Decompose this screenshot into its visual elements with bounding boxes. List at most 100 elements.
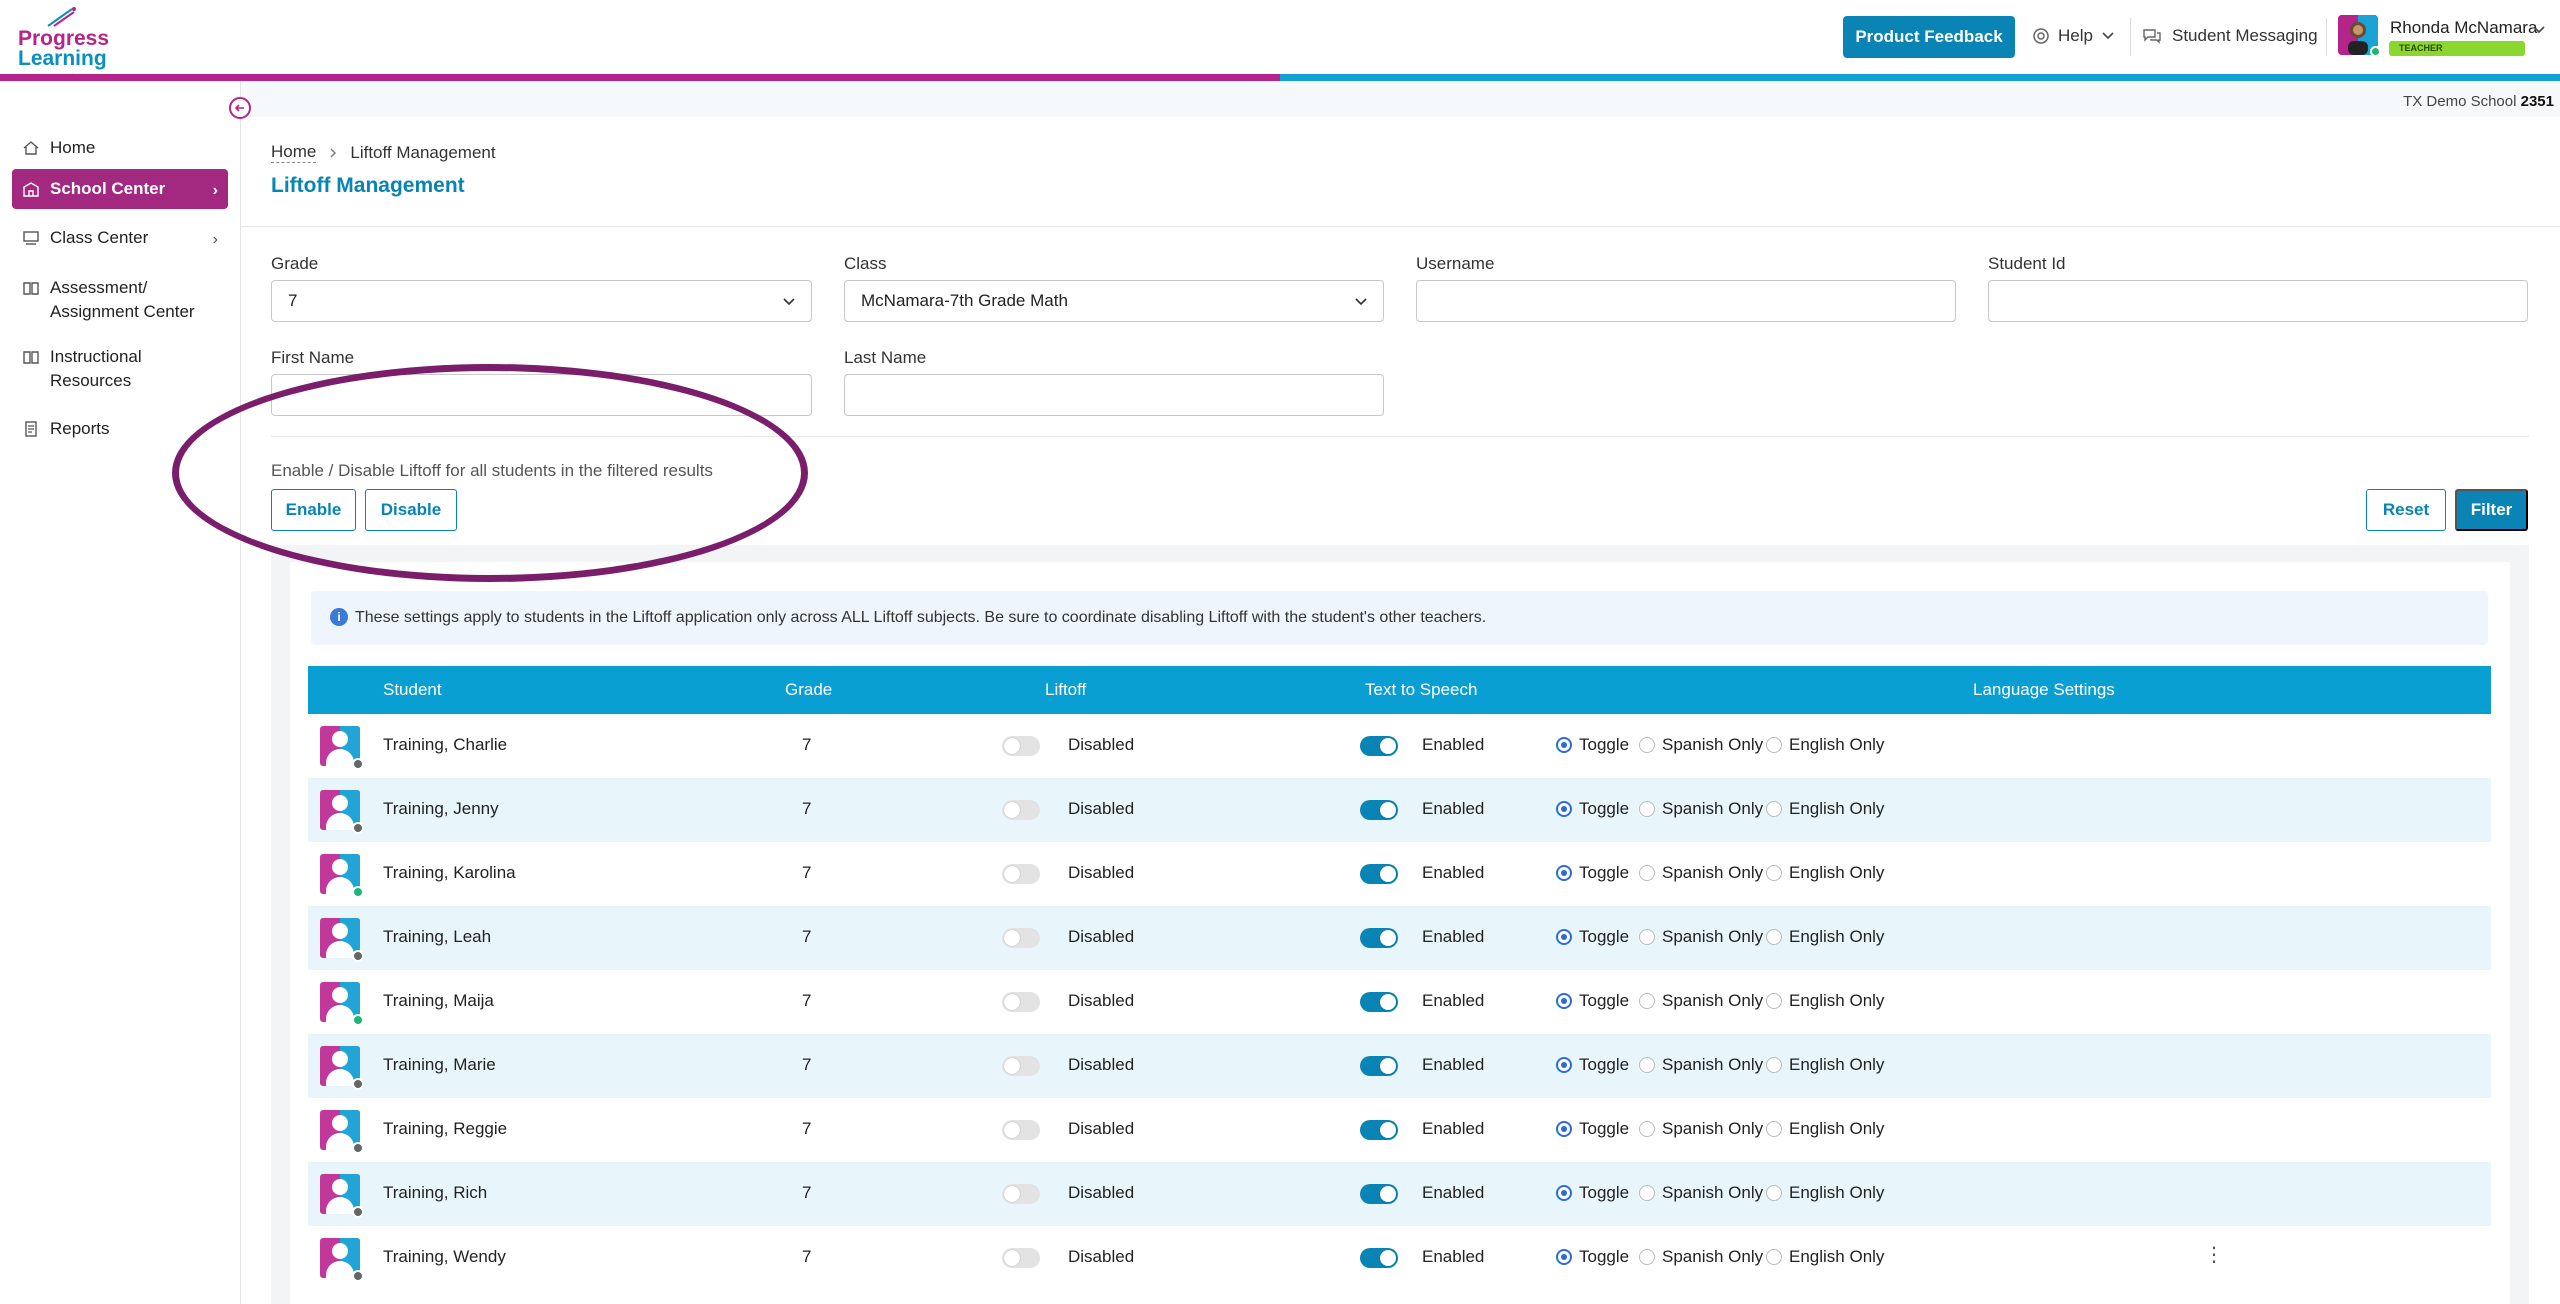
language-option-label[interactable]: Toggle bbox=[1579, 799, 1629, 819]
text-to-speech-toggle[interactable] bbox=[1360, 1056, 1398, 1076]
language-radio-toggle[interactable] bbox=[1556, 801, 1572, 817]
liftoff-toggle[interactable] bbox=[1002, 736, 1040, 756]
language-option-label[interactable]: Spanish Only bbox=[1662, 863, 1763, 883]
grade-select[interactable]: 7 bbox=[271, 280, 812, 322]
liftoff-toggle[interactable] bbox=[1002, 928, 1040, 948]
liftoff-toggle[interactable] bbox=[1002, 864, 1040, 884]
column-header-grade[interactable]: Grade bbox=[785, 680, 832, 700]
language-option-label[interactable]: Spanish Only bbox=[1662, 927, 1763, 947]
help-menu[interactable]: Help bbox=[2032, 24, 2115, 48]
filter-button[interactable]: Filter bbox=[2455, 489, 2528, 531]
language-option-label[interactable]: Toggle bbox=[1579, 991, 1629, 1011]
column-header-liftoff[interactable]: Liftoff bbox=[1045, 680, 1086, 700]
reset-button[interactable]: Reset bbox=[2366, 489, 2446, 531]
liftoff-toggle[interactable] bbox=[1002, 1248, 1040, 1268]
language-radio-spanish-only[interactable] bbox=[1639, 737, 1655, 753]
text-to-speech-toggle[interactable] bbox=[1360, 736, 1398, 756]
language-radio-english-only[interactable] bbox=[1766, 1057, 1782, 1073]
column-header-text-to-speech[interactable]: Text to Speech bbox=[1365, 680, 1477, 700]
language-option-label[interactable]: Spanish Only bbox=[1662, 1183, 1763, 1203]
language-radio-spanish-only[interactable] bbox=[1639, 1249, 1655, 1265]
language-option-label[interactable]: English Only bbox=[1789, 863, 1884, 883]
liftoff-toggle[interactable] bbox=[1002, 1120, 1040, 1140]
class-select[interactable]: McNamara-7th Grade Math bbox=[844, 280, 1384, 322]
language-radio-toggle[interactable] bbox=[1556, 1249, 1572, 1265]
language-option-label[interactable]: Toggle bbox=[1579, 927, 1629, 947]
product-feedback-button[interactable]: Product Feedback bbox=[1843, 16, 2015, 58]
column-header-student[interactable]: Student bbox=[383, 680, 442, 700]
language-option-label[interactable]: Toggle bbox=[1579, 1055, 1629, 1075]
language-radio-toggle[interactable] bbox=[1556, 993, 1572, 1009]
sidebar-item-home[interactable]: Home bbox=[12, 128, 228, 168]
language-option-label[interactable]: Spanish Only bbox=[1662, 799, 1763, 819]
language-radio-toggle[interactable] bbox=[1556, 1121, 1572, 1137]
language-radio-toggle[interactable] bbox=[1556, 929, 1572, 945]
user-name[interactable]: Rhonda McNamara bbox=[2390, 18, 2537, 38]
student-id-input[interactable] bbox=[1988, 280, 2528, 322]
language-option-label[interactable]: Spanish Only bbox=[1662, 1055, 1763, 1075]
sidebar-item-assessment-center[interactable]: Assessment/ Assignment Center bbox=[12, 268, 212, 332]
language-radio-spanish-only[interactable] bbox=[1639, 1185, 1655, 1201]
sidebar-item-instructional-resources[interactable]: Instructional Resources bbox=[12, 337, 192, 401]
breadcrumb-home-link[interactable]: Home bbox=[271, 142, 317, 163]
language-option-label[interactable]: Spanish Only bbox=[1662, 1247, 1763, 1267]
sidebar-item-reports[interactable]: Reports bbox=[12, 409, 228, 449]
language-option-label[interactable]: English Only bbox=[1789, 1247, 1884, 1267]
language-radio-english-only[interactable] bbox=[1766, 929, 1782, 945]
language-option-label[interactable]: Toggle bbox=[1579, 1183, 1629, 1203]
language-radio-english-only[interactable] bbox=[1766, 1185, 1782, 1201]
language-radio-toggle[interactable] bbox=[1556, 1057, 1572, 1073]
liftoff-toggle[interactable] bbox=[1002, 1184, 1040, 1204]
liftoff-toggle[interactable] bbox=[1002, 1056, 1040, 1076]
language-radio-toggle[interactable] bbox=[1556, 1185, 1572, 1201]
language-radio-english-only[interactable] bbox=[1766, 1121, 1782, 1137]
text-to-speech-toggle[interactable] bbox=[1360, 928, 1398, 948]
disable-all-button[interactable]: Disable bbox=[365, 489, 457, 531]
language-option-label[interactable]: English Only bbox=[1789, 991, 1884, 1011]
progress-learning-logo[interactable]: Progress Learning bbox=[18, 6, 109, 70]
column-header-language-settings[interactable]: Language Settings bbox=[1973, 680, 2115, 700]
language-option-label[interactable]: Spanish Only bbox=[1662, 991, 1763, 1011]
language-option-label[interactable]: English Only bbox=[1789, 799, 1884, 819]
language-radio-english-only[interactable] bbox=[1766, 801, 1782, 817]
more-options-icon[interactable]: ⋮ bbox=[2204, 1242, 2224, 1267]
text-to-speech-toggle[interactable] bbox=[1360, 1120, 1398, 1140]
language-radio-english-only[interactable] bbox=[1766, 1249, 1782, 1265]
text-to-speech-toggle[interactable] bbox=[1360, 1248, 1398, 1268]
language-radio-toggle[interactable] bbox=[1556, 865, 1572, 881]
username-input[interactable] bbox=[1416, 280, 1956, 322]
enable-all-button[interactable]: Enable bbox=[271, 489, 356, 531]
language-option-label[interactable]: English Only bbox=[1789, 735, 1884, 755]
liftoff-toggle[interactable] bbox=[1002, 800, 1040, 820]
student-messaging-link[interactable]: Student Messaging bbox=[2142, 24, 2318, 48]
language-radio-spanish-only[interactable] bbox=[1639, 929, 1655, 945]
language-option-label[interactable]: English Only bbox=[1789, 1119, 1884, 1139]
sidebar-item-school-center[interactable]: School Center › bbox=[12, 169, 228, 209]
language-option-label[interactable]: Spanish Only bbox=[1662, 735, 1763, 755]
text-to-speech-toggle[interactable] bbox=[1360, 800, 1398, 820]
language-radio-toggle[interactable] bbox=[1556, 737, 1572, 753]
language-option-label[interactable]: English Only bbox=[1789, 1055, 1884, 1075]
language-option-label[interactable]: Spanish Only bbox=[1662, 1119, 1763, 1139]
text-to-speech-toggle[interactable] bbox=[1360, 1184, 1398, 1204]
sidebar-collapse-button[interactable] bbox=[229, 97, 251, 119]
last-name-input[interactable] bbox=[844, 374, 1384, 416]
language-radio-spanish-only[interactable] bbox=[1639, 993, 1655, 1009]
user-menu-chevron-down-icon[interactable] bbox=[2532, 25, 2546, 35]
language-radio-spanish-only[interactable] bbox=[1639, 1121, 1655, 1137]
language-option-label[interactable]: English Only bbox=[1789, 927, 1884, 947]
language-option-label[interactable]: Toggle bbox=[1579, 1119, 1629, 1139]
language-radio-english-only[interactable] bbox=[1766, 993, 1782, 1009]
language-radio-english-only[interactable] bbox=[1766, 865, 1782, 881]
language-radio-spanish-only[interactable] bbox=[1639, 801, 1655, 817]
liftoff-toggle[interactable] bbox=[1002, 992, 1040, 1012]
text-to-speech-toggle[interactable] bbox=[1360, 992, 1398, 1012]
text-to-speech-toggle[interactable] bbox=[1360, 864, 1398, 884]
first-name-input[interactable] bbox=[271, 374, 812, 416]
language-option-label[interactable]: English Only bbox=[1789, 1183, 1884, 1203]
language-option-label[interactable]: Toggle bbox=[1579, 735, 1629, 755]
language-radio-english-only[interactable] bbox=[1766, 737, 1782, 753]
language-radio-spanish-only[interactable] bbox=[1639, 865, 1655, 881]
sidebar-item-class-center[interactable]: Class Center › bbox=[12, 218, 228, 258]
language-option-label[interactable]: Toggle bbox=[1579, 863, 1629, 883]
